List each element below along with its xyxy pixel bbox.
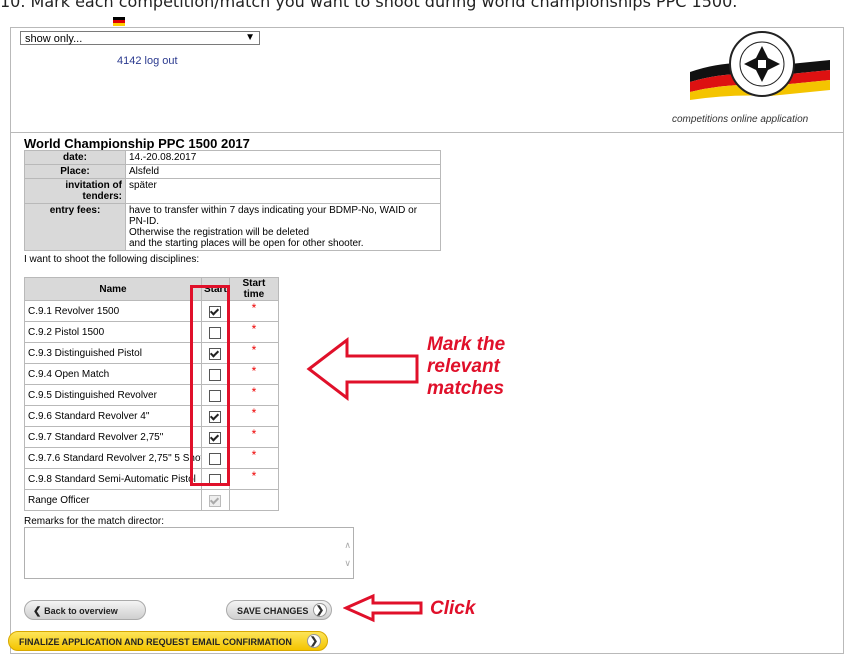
discipline-name: C.9.7 Standard Revolver 2,75": [24, 426, 202, 448]
info-row-place: Place: Alsfeld: [24, 164, 441, 179]
chevron-down-icon: ▼: [245, 32, 255, 43]
discipline-name: C.9.7.6 Standard Revolver 2,75" 5 Shot: [24, 447, 202, 469]
disciplines-table: Name Start Start time C.9.1 Revolver 150…: [24, 277, 280, 511]
save-label: SAVE CHANGES: [237, 606, 309, 616]
info-row-entry-fees: entry fees: have to transfer within 7 da…: [24, 203, 441, 251]
show-only-value: show only...: [25, 33, 83, 45]
info-label: invitation of tenders:: [24, 178, 126, 204]
discipline-start-checkbox: [209, 494, 222, 507]
start-time-required-mark: *: [228, 384, 280, 406]
start-time-required-mark: *: [228, 405, 280, 427]
annotation-click-text: Click: [430, 598, 476, 619]
info-label: date:: [24, 150, 126, 165]
start-time-required-mark: *: [228, 321, 280, 343]
discipline-row: C.9.7 Standard Revolver 2,75" *: [24, 426, 280, 448]
entry-fee-line: and the starting places will be open for…: [129, 238, 364, 249]
discipline-name: C.9.8 Standard Semi-Automatic Pistol: [24, 468, 202, 490]
discipline-row: Range Officer: [24, 489, 280, 511]
discipline-row: C.9.3 Distinguished Pistol *: [24, 342, 280, 364]
info-value: 14.-20.08.2017: [125, 150, 441, 165]
german-flag-icon[interactable]: [113, 17, 125, 26]
discipline-name: C.9.3 Distinguished Pistol: [24, 342, 202, 364]
info-row-date: date: 14.-20.08.2017: [24, 150, 441, 165]
annotation-line: Mark the: [427, 334, 506, 355]
discipline-row: C.9.6 Standard Revolver 4" *: [24, 405, 280, 427]
info-label: entry fees:: [24, 203, 126, 251]
app-caption: competitions online application: [672, 114, 809, 125]
discipline-start-cell: [201, 489, 230, 511]
start-time-required-mark: *: [228, 300, 280, 322]
show-only-select[interactable]: show only... ▼: [20, 31, 260, 45]
start-time-required-mark: *: [228, 468, 280, 490]
discipline-name: C.9.5 Distinguished Revolver: [24, 384, 202, 406]
info-row-invitation: invitation of tenders: später: [24, 178, 441, 204]
discipline-row: C.9.1 Revolver 1500 *: [24, 300, 280, 322]
scrollbar-arrows-icon: ∧ ∨: [344, 540, 351, 568]
event-title: World Championship PPC 1500 2017: [24, 136, 250, 151]
info-value: später: [125, 178, 441, 204]
start-time-required-mark: *: [228, 342, 280, 364]
col-name: Name: [24, 277, 202, 301]
start-time-required-mark: *: [228, 363, 280, 385]
annotation-line: relevant: [427, 356, 500, 377]
entry-fee-line: Otherwise the registration will be delet…: [129, 227, 310, 238]
disciplines-intro: I want to shoot the following discipline…: [24, 254, 200, 265]
chevron-left-icon: ❮: [33, 606, 45, 617]
annotation-click-arrow: [343, 593, 423, 623]
discipline-row: C.9.2 Pistol 1500 *: [24, 321, 280, 343]
event-info-table: date: 14.-20.08.2017 Place: Alsfeld invi…: [24, 150, 441, 251]
back-to-overview-button[interactable]: ❮ Back to overview: [24, 600, 146, 620]
discipline-name: C.9.6 Standard Revolver 4": [24, 405, 202, 427]
remarks-textarea[interactable]: ∧ ∨: [24, 527, 354, 579]
discipline-row: C.9.7.6 Standard Revolver 2,75" 5 Shot *: [24, 447, 280, 469]
save-changes-button[interactable]: SAVE CHANGES ❯: [226, 600, 332, 620]
annotation-highlight-box: [190, 285, 230, 486]
instruction-caption: 10. Mark each competition/match you want…: [0, 0, 738, 11]
remarks-label: Remarks for the match director:: [24, 516, 165, 527]
discipline-name: Range Officer: [24, 489, 202, 511]
info-label: Place:: [24, 164, 126, 179]
discipline-row: C.9.5 Distinguished Revolver *: [24, 384, 280, 406]
chevron-right-icon: ❯: [307, 634, 321, 648]
bdmp-logo: [690, 31, 830, 100]
start-time-required-mark: *: [228, 426, 280, 448]
chevron-right-icon: ❯: [313, 603, 327, 617]
col-start-time: Start time: [228, 277, 280, 301]
info-value: have to transfer within 7 days indicatin…: [125, 203, 441, 251]
discipline-row: C.9.8 Standard Semi-Automatic Pistol *: [24, 468, 280, 490]
annotation-line: matches: [427, 378, 505, 399]
annotation-mark-text: Mark the relevant matches: [427, 334, 505, 400]
finalize-application-button[interactable]: FINALIZE APPLICATION AND REQUEST EMAIL C…: [8, 631, 328, 651]
entry-fee-line: have to transfer within 7 days indicatin…: [129, 205, 418, 227]
start-time-required-mark: *: [228, 447, 280, 469]
discipline-name: C.9.4 Open Match: [24, 363, 202, 385]
start-time-required-mark: [228, 489, 280, 511]
info-value: Alsfeld: [125, 164, 441, 179]
discipline-name: C.9.2 Pistol 1500: [24, 321, 202, 343]
discipline-row: C.9.4 Open Match *: [24, 363, 280, 385]
logout-link[interactable]: 4142 log out: [117, 55, 178, 67]
discipline-name: C.9.1 Revolver 1500: [24, 300, 202, 322]
finalize-label: FINALIZE APPLICATION AND REQUEST EMAIL C…: [19, 637, 292, 647]
annotation-left-arrow: [306, 336, 419, 402]
back-label: Back to overview: [44, 606, 118, 616]
